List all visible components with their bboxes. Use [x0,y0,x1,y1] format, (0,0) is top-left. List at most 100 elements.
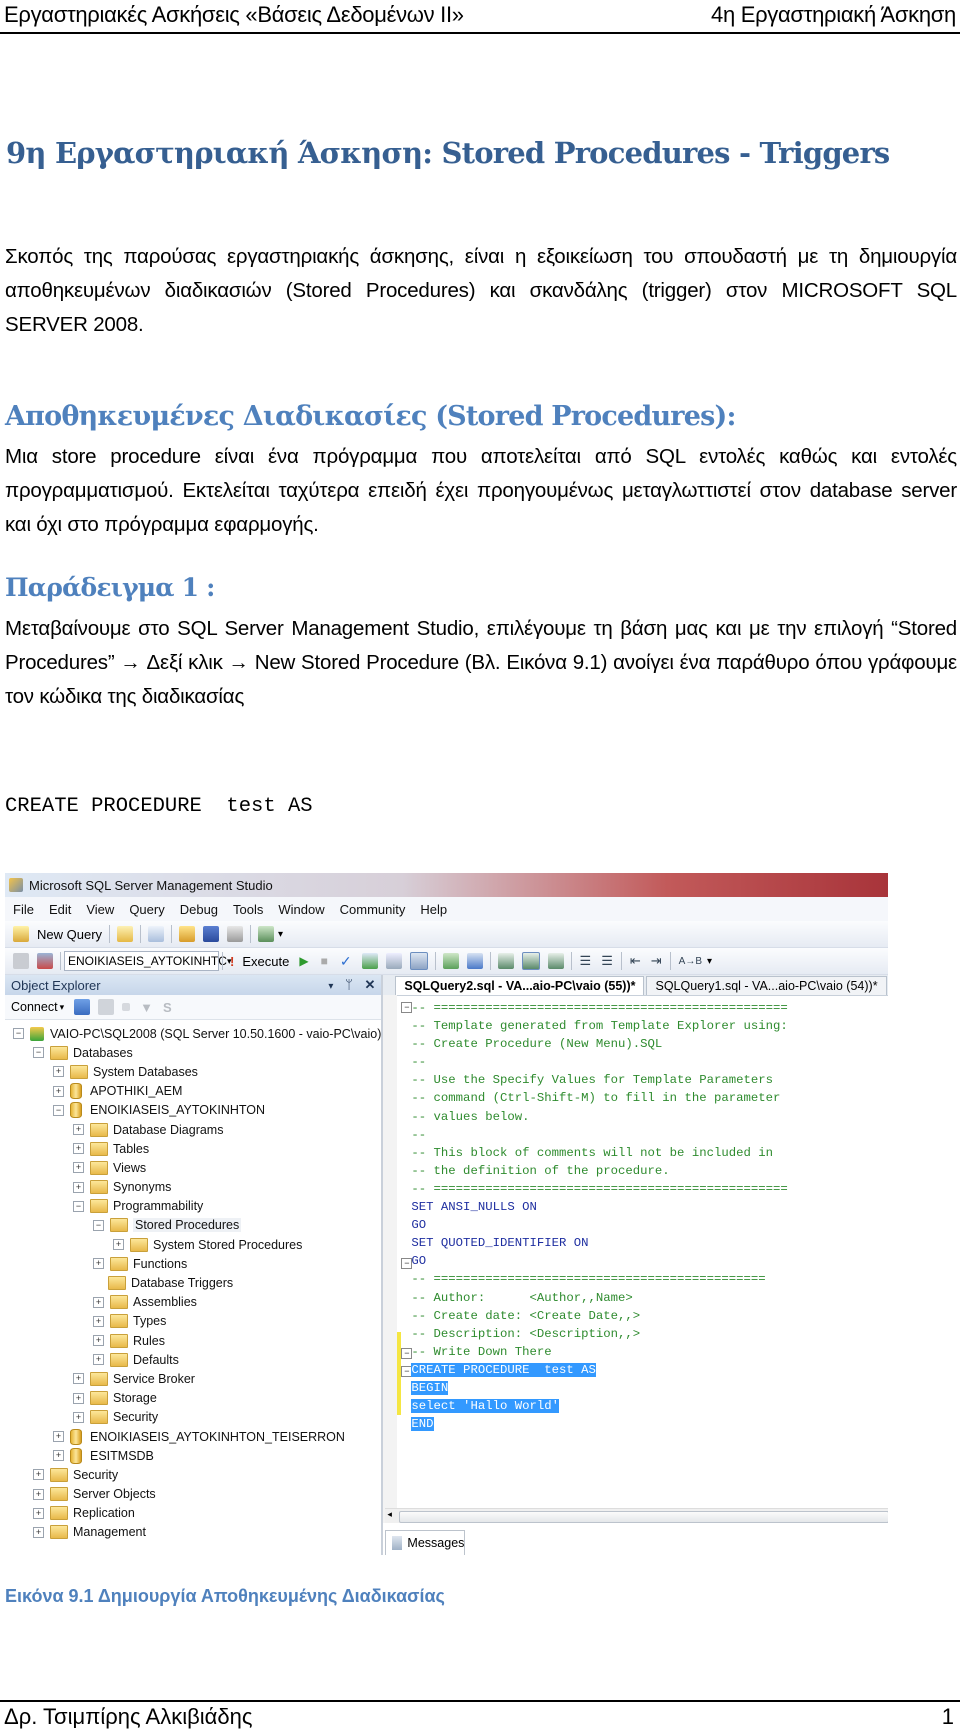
chevron-down-icon[interactable]: ▾ [60,1002,65,1013]
expand-icon[interactable]: + [73,1373,84,1385]
menu-file[interactable]: File [13,902,34,917]
tree-node[interactable]: + ESITMSDB [5,1446,381,1465]
refresh-icon[interactable]: S [163,1000,172,1015]
save-icon[interactable] [203,926,220,942]
tree-node[interactable]: + Server Objects [5,1485,381,1504]
tree-node[interactable]: + Views [5,1158,381,1177]
open-folder-icon[interactable] [179,926,196,942]
increase-indent-icon[interactable]: ⇥ [651,953,662,969]
collapse-icon[interactable]: − [73,1200,84,1212]
tree-node[interactable]: + Storage [5,1389,381,1408]
expand-icon[interactable]: + [53,1450,64,1462]
tree-node[interactable]: + Rules [5,1331,381,1350]
tree-node[interactable]: + Synonyms [5,1178,381,1197]
database-select[interactable]: ENOIKIASEIS_AYTOKINHTC ▾ [64,951,231,971]
query-designer-icon[interactable] [385,953,402,969]
menu-debug[interactable]: Debug [180,902,218,917]
horizontal-scrollbar[interactable]: ◂ [385,1508,888,1523]
expand-icon[interactable]: + [53,1431,64,1443]
decrease-indent-icon[interactable]: ⇤ [630,953,641,969]
menu-community[interactable]: Community [340,902,406,917]
expand-icon[interactable]: + [73,1124,84,1136]
stop-icon[interactable] [122,1003,131,1011]
tree-node[interactable]: + Types [5,1312,381,1331]
tree-node[interactable]: Database Triggers [5,1273,381,1292]
tree-node[interactable]: + Security [5,1465,381,1484]
expand-icon[interactable]: + [33,1526,44,1538]
expand-icon[interactable]: + [73,1411,84,1423]
parse-check-icon[interactable]: ✓ [340,953,352,970]
expand-icon[interactable]: + [53,1066,64,1078]
toolbar-overflow-icon[interactable]: ▾ [278,929,283,940]
connect-object-explorer-icon[interactable] [74,999,91,1015]
expand-icon[interactable]: + [113,1239,124,1251]
tree-node[interactable]: + Management [5,1523,381,1542]
results-to-grid-icon[interactable] [521,952,540,970]
tree-node[interactable]: − ENOIKIASEIS_AYTOKINHTON [5,1101,381,1120]
expand-icon[interactable]: + [93,1258,104,1270]
collapse-icon[interactable]: − [93,1219,104,1231]
messages-tab[interactable]: Messages [385,1530,466,1555]
pin-icon[interactable]: ᛘ [345,977,353,992]
tree-node[interactable]: − Databases [5,1043,381,1062]
collapse-icon[interactable]: − [33,1047,44,1059]
tree-node[interactable]: + ENOIKIASEIS_AYTOKINHTON_TEISERRON [5,1427,381,1446]
expand-icon[interactable]: + [73,1143,84,1155]
tree-node[interactable]: + Replication [5,1504,381,1523]
expand-icon[interactable]: + [53,1085,64,1097]
tree-node[interactable]: + Tables [5,1139,381,1158]
database-engine-query-icon[interactable] [117,926,134,942]
activity-monitor-icon[interactable] [258,926,275,942]
tree-node[interactable]: − Stored Procedures [5,1216,381,1235]
tree-node[interactable]: + Security [5,1408,381,1427]
debug-play-icon[interactable]: ▶ [299,954,308,968]
tree-node[interactable]: + Assemblies [5,1293,381,1312]
expand-icon[interactable]: + [93,1354,104,1366]
estimated-plan-icon[interactable] [361,953,378,969]
tree-node[interactable]: + Service Broker [5,1369,381,1388]
tree-node[interactable]: − VAIO-PC\SQL2008 (SQL Server 10.50.1600 … [5,1024,381,1043]
tree-node[interactable]: + Functions [5,1254,381,1273]
print-icon[interactable] [227,926,244,942]
scrollbar-thumb[interactable] [399,1511,888,1523]
tree-node[interactable]: + System Stored Procedures [5,1235,381,1254]
expand-icon[interactable]: + [33,1488,44,1500]
expand-icon[interactable]: + [33,1469,44,1481]
menu-help[interactable]: Help [420,902,447,917]
execute-button[interactable]: Execute [242,954,289,969]
menu-window[interactable]: Window [278,902,324,917]
menu-query[interactable]: Query [129,902,164,917]
results-to-text-icon[interactable] [497,953,514,969]
results-to-file-icon[interactable] [547,953,564,969]
tab-sqlquery2[interactable]: SQLQuery2.sql - VA...aio-PC\vaio (55))* [395,976,645,995]
expand-icon[interactable]: + [93,1296,104,1308]
comment-lines-icon[interactable]: ☰ [580,953,592,969]
filter-icon[interactable]: ▼ [140,1000,153,1015]
disconnect-icon[interactable] [98,999,115,1015]
connect-icon[interactable] [13,953,29,969]
change-connection-icon[interactable] [37,953,53,969]
menu-view[interactable]: View [86,902,114,917]
menu-edit[interactable]: Edit [49,902,71,917]
expand-icon[interactable]: + [93,1315,104,1327]
client-statistics-icon[interactable] [466,953,483,969]
menu-tools[interactable]: Tools [233,902,263,917]
expand-icon[interactable]: + [93,1335,104,1347]
cancel-query-icon[interactable]: ■ [321,954,328,968]
expand-icon[interactable]: + [73,1392,84,1404]
tree-node[interactable]: + Database Diagrams [5,1120,381,1139]
specify-values-icon[interactable] [409,952,428,970]
new-file-icon[interactable] [148,926,165,942]
editor-code[interactable]: -- =====================================… [411,999,788,1433]
toolbar-overflow-icon[interactable]: ▾ [707,956,712,967]
expand-icon[interactable]: + [73,1181,84,1193]
collapse-icon[interactable]: − [13,1028,24,1040]
tab-sqlquery1[interactable]: SQLQuery1.sql - VA...aio-PC\vaio (54))* [646,976,887,995]
collapse-icon[interactable]: − [53,1104,64,1116]
tree-node[interactable]: + Defaults [5,1350,381,1369]
tree-node[interactable]: − Programmability [5,1197,381,1216]
close-icon[interactable]: ✕ [365,977,376,992]
scroll-left-icon[interactable]: ◂ [387,1509,392,1520]
tree-node[interactable]: + System Databases [5,1062,381,1081]
new-query-button[interactable]: New Query [37,927,102,942]
